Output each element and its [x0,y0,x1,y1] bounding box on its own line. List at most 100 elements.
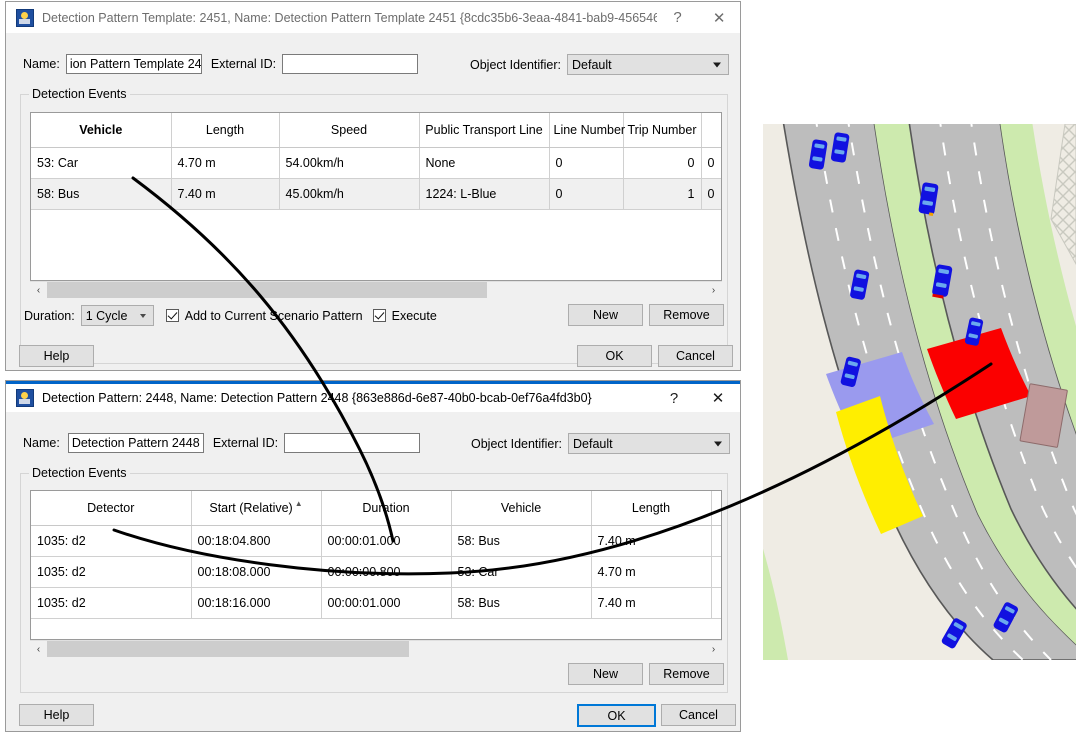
cell-speed: 54.00km/h [279,148,419,179]
remove-button[interactable]: Remove [649,304,724,326]
ok-button[interactable]: OK [577,704,656,727]
name-input[interactable]: ion Pattern Template 2451 [66,54,202,74]
scroll-right-icon[interactable]: › [705,282,722,298]
cell-vehicle: 58: Bus [451,588,591,619]
column-header-speed[interactable]: Speed [711,491,722,526]
column-header-trip-number[interactable]: Trip Number [623,113,701,148]
new-button[interactable]: New [568,663,643,685]
column-header-speed[interactable]: Speed [279,113,419,148]
cell-duration: 00:00:01.000 [321,588,451,619]
object-identifier-select[interactable]: Default [568,433,730,454]
duration-select[interactable]: 1 Cycle [81,305,154,326]
window-body: Name: ion Pattern Template 2451 External… [6,33,740,370]
titlebar[interactable]: Detection Pattern Template: 2451, Name: … [6,2,740,33]
external-id-input[interactable] [284,433,420,453]
duration-value: 1 Cycle [86,309,128,323]
column-header-public-transport-line[interactable]: Public Transport Line [419,113,549,148]
cell-length: 4.70 m [591,557,711,588]
cell-pt-line: 1224: L-Blue [419,179,549,210]
cell-vehicle: 53: Car [451,557,591,588]
scroll-thumb[interactable] [47,282,487,298]
cancel-button[interactable]: Cancel [661,704,736,726]
scroll-track[interactable] [47,641,705,657]
window-title: Detection Pattern: 2448, Name: Detection… [42,391,652,405]
name-label: Name: [23,57,60,71]
column-header-detector[interactable]: Detector [31,491,191,526]
cell-speed: 45.00km/h [711,526,722,557]
cell-duration: 00:00:01.000 [321,526,451,557]
app-icon [16,9,34,27]
window-body: Name: Detection Pattern 2448 External ID… [6,412,740,731]
table-row[interactable]: 53: Car 4.70 m 54.00km/h None 0 0 0 [31,148,722,179]
execute-checkbox[interactable] [373,309,386,322]
detection-events-table[interactable]: Detector Start (Relative)▲ Duration Vehi… [30,490,722,640]
scroll-left-icon[interactable]: ‹ [30,641,47,657]
close-icon[interactable]: ✕ [696,383,740,413]
close-icon[interactable]: ✕ [698,3,740,33]
column-header-start-relative[interactable]: Start (Relative)▲ [191,491,321,526]
table-hscrollbar[interactable]: ‹ › [30,281,722,298]
object-identifier-select[interactable]: Default [567,54,729,75]
duration-label: Duration: [24,309,75,323]
cancel-button[interactable]: Cancel [658,345,733,367]
network-map[interactable] [763,124,1076,660]
cell-line-num: 0 [549,148,623,179]
scroll-thumb[interactable] [47,641,409,657]
add-to-scenario-label: Add to Current Scenario Pattern [185,309,363,323]
ok-button[interactable]: OK [577,345,652,367]
cell-length: 7.40 m [591,588,711,619]
help-icon[interactable]: ? [652,383,696,413]
help-icon[interactable]: ? [657,3,699,33]
execute-label: Execute [392,309,437,323]
group-label: Detection Events [29,466,130,480]
group-label: Detection Events [29,87,130,101]
table-hscrollbar[interactable]: ‹ › [30,640,722,657]
name-label: Name: [23,436,60,450]
column-header-route[interactable]: R [701,113,722,148]
column-header-duration[interactable]: Duration [321,491,451,526]
column-header-length[interactable]: Length [171,113,279,148]
cell-length: 7.40 m [171,179,279,210]
cell-route: 0 [701,179,722,210]
object-identifier-value: Default [573,437,613,451]
cell-vehicle: 53: Car [31,148,171,179]
table-row[interactable]: 58: Bus 7.40 m 45.00km/h 1224: L-Blue 0 … [31,179,722,210]
detection-events-table[interactable]: Vehicle Length Speed Public Transport Li… [30,112,722,281]
help-button[interactable]: Help [19,345,94,367]
column-header-length[interactable]: Length [591,491,711,526]
detection-pattern-window[interactable]: Detection Pattern: 2448, Name: Detection… [5,380,741,732]
table-header-row: Vehicle Length Speed Public Transport Li… [31,113,722,148]
titlebar[interactable]: Detection Pattern: 2448, Name: Detection… [6,381,740,412]
table-header-row: Detector Start (Relative)▲ Duration Vehi… [31,491,722,526]
scroll-track[interactable] [47,282,705,298]
column-header-vehicle[interactable]: Vehicle [451,491,591,526]
cell-length: 4.70 m [171,148,279,179]
cell-detector: 1035: d2 [31,557,191,588]
detection-pattern-template-window[interactable]: Detection Pattern Template: 2451, Name: … [5,1,741,371]
external-id-label: External ID: [211,57,276,71]
table-row[interactable]: 1035: d2 00:18:16.000 00:00:01.000 58: B… [31,588,722,619]
column-header-vehicle[interactable]: Vehicle [31,113,171,148]
cell-line-num: 0 [549,179,623,210]
scroll-left-icon[interactable]: ‹ [30,282,47,298]
add-to-scenario-checkbox[interactable] [166,309,179,322]
cell-route: 0 [701,148,722,179]
column-header-line-number[interactable]: Line Number [549,113,623,148]
new-button[interactable]: New [568,304,643,326]
table-row[interactable]: 1035: d2 00:18:04.800 00:00:01.000 58: B… [31,526,722,557]
name-input[interactable]: Detection Pattern 2448 [68,433,204,453]
cell-trip-num: 0 [623,148,701,179]
chevron-down-icon [714,441,722,446]
external-id-input[interactable] [282,54,418,74]
cell-pt-line: None [419,148,549,179]
cell-detector: 1035: d2 [31,526,191,557]
table-grid: Vehicle Length Speed Public Transport Li… [31,113,722,210]
cell-start: 00:18:08.000 [191,557,321,588]
scroll-right-icon[interactable]: › [705,641,722,657]
remove-button[interactable]: Remove [649,663,724,685]
object-identifier-label: Object Identifier: [470,58,561,72]
table-row[interactable]: 1035: d2 00:18:08.000 00:00:00.800 53: C… [31,557,722,588]
help-button[interactable]: Help [19,704,94,726]
cell-length: 7.40 m [591,526,711,557]
cell-speed: 54.00km/h [711,557,722,588]
